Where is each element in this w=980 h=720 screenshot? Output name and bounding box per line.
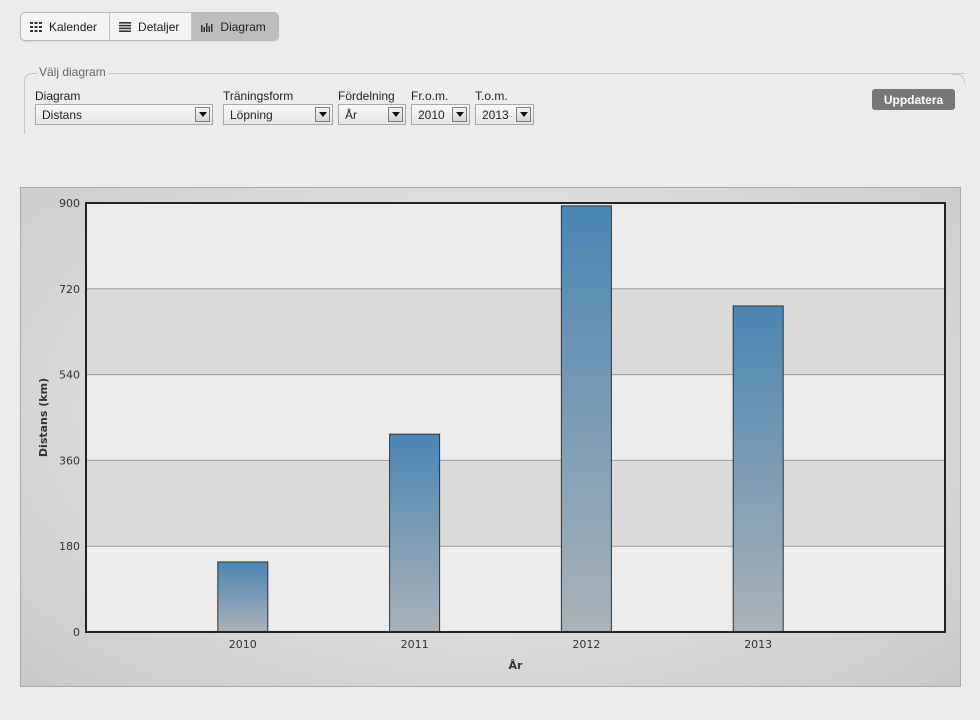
bar-chart: 0 180 360 540 720 900 2010 2011 2012 2013 År Dis… bbox=[37, 197, 946, 672]
plot-band bbox=[86, 288, 945, 375]
to-year-select-value: 2013 bbox=[482, 107, 509, 122]
from-year-label: Fr.o.m. bbox=[411, 89, 449, 105]
plot-band bbox=[86, 374, 945, 461]
tab-label: Diagram bbox=[220, 19, 266, 34]
tab-detaljer[interactable]: Detaljer bbox=[110, 13, 193, 40]
grid-icon bbox=[30, 21, 42, 32]
y-axis-label: Distans (km) bbox=[37, 378, 50, 457]
x-tick-label: 2012 bbox=[572, 638, 600, 651]
diagram-label: Diagram bbox=[35, 89, 81, 105]
y-tick-label: 0 bbox=[73, 626, 80, 639]
bar-2013 bbox=[732, 305, 784, 633]
y-tick-labels: 0 180 360 540 720 900 bbox=[59, 197, 80, 639]
chevron-down-icon[interactable] bbox=[195, 107, 210, 122]
y-tick-label: 720 bbox=[59, 283, 80, 296]
from-year-select-value: 2010 bbox=[418, 107, 445, 122]
diagram-select[interactable]: Distans bbox=[35, 104, 213, 125]
traningsform-select[interactable]: Löpning bbox=[223, 104, 333, 125]
y-tick-label: 900 bbox=[59, 197, 80, 210]
tab-diagram[interactable]: Diagram bbox=[192, 13, 278, 40]
y-tick-label: 360 bbox=[59, 454, 80, 467]
y-tick-label: 180 bbox=[59, 540, 80, 553]
from-year-select[interactable]: 2010 bbox=[411, 104, 470, 125]
tab-label: Detaljer bbox=[138, 19, 180, 34]
x-tick-labels: 2010 2011 2012 2013 bbox=[229, 638, 772, 651]
fieldset-legend: Välj diagram bbox=[37, 65, 108, 79]
to-year-label: T.o.m. bbox=[475, 89, 508, 105]
plot-bands bbox=[86, 203, 945, 632]
tab-label: Kalender bbox=[49, 19, 98, 34]
chevron-down-icon[interactable] bbox=[315, 107, 330, 122]
y-tick-label: 540 bbox=[59, 369, 80, 382]
x-tick-label: 2010 bbox=[229, 638, 257, 651]
chevron-down-icon[interactable] bbox=[452, 107, 467, 122]
view-tabs: Kalender Detaljer Diagram bbox=[20, 12, 279, 41]
tab-kalender[interactable]: Kalender bbox=[21, 13, 111, 40]
list-icon bbox=[119, 21, 132, 32]
x-tick-label: 2013 bbox=[744, 638, 772, 651]
fordelning-label: Fördelning bbox=[338, 89, 395, 105]
bar-2011 bbox=[389, 433, 441, 633]
traningsform-select-value: Löpning bbox=[230, 107, 273, 122]
x-tick-label: 2011 bbox=[401, 638, 429, 651]
chevron-down-icon[interactable] bbox=[516, 107, 531, 122]
plot-band bbox=[86, 203, 945, 289]
plot-band bbox=[86, 460, 945, 547]
x-axis-label: År bbox=[509, 659, 524, 672]
bar-2012 bbox=[560, 205, 612, 633]
fordelning-select[interactable]: År bbox=[338, 104, 406, 125]
chevron-down-icon[interactable] bbox=[388, 107, 403, 122]
update-button[interactable]: Uppdatera bbox=[872, 89, 955, 110]
chart-panel: 0 180 360 540 720 900 2010 2011 2012 2013 År Dis… bbox=[20, 187, 961, 687]
plot-band bbox=[86, 546, 945, 632]
bar-chart-icon bbox=[201, 22, 213, 32]
traningsform-label: Träningsform bbox=[223, 89, 294, 105]
bar-2010 bbox=[217, 561, 269, 633]
to-year-select[interactable]: 2013 bbox=[475, 104, 534, 125]
diagram-select-value: Distans bbox=[42, 107, 83, 122]
fordelning-select-value: År bbox=[345, 107, 357, 122]
